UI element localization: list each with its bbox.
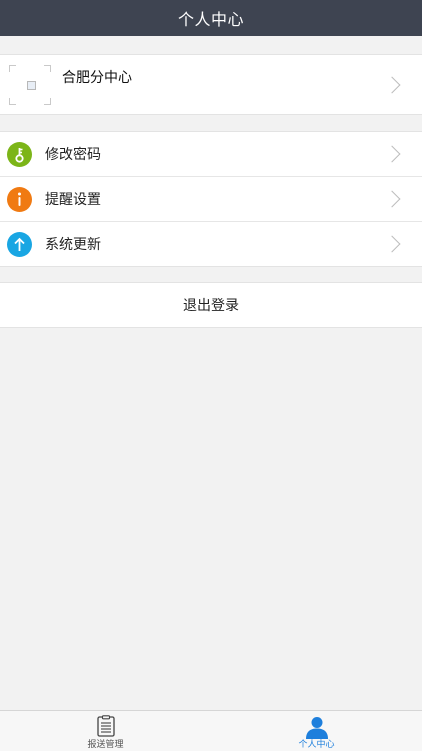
chevron-right-icon [383, 76, 401, 94]
settings-menu: 修改密码 提醒设置 系统更新 [0, 131, 422, 267]
menu-item-label: 提醒设置 [45, 192, 101, 208]
chevron-right-icon [383, 235, 401, 253]
info-icon [7, 186, 32, 212]
key-icon [7, 141, 32, 167]
profile-name: 合肥分中心 [62, 70, 132, 86]
tab-bar: 报送管理 个人中心 [0, 710, 422, 751]
menu-item-label: 系统更新 [45, 237, 101, 253]
chevron-right-icon [383, 190, 401, 208]
menu-item-change-password[interactable]: 修改密码 [0, 132, 422, 176]
logout-button[interactable]: 退出登录 [0, 282, 422, 328]
header-bar: 个人中心 [0, 0, 422, 36]
tab-report-management[interactable]: 报送管理 [0, 711, 211, 751]
tab-personal-center[interactable]: 个人中心 [211, 711, 422, 751]
tab-label: 个人中心 [298, 740, 335, 750]
page-title: 个人中心 [177, 10, 244, 29]
tab-label: 报送管理 [87, 740, 124, 750]
logout-label: 退出登录 [183, 298, 239, 314]
profile-card[interactable]: 合肥分中心 [0, 54, 422, 115]
avatar [9, 65, 51, 105]
broken-image-icon [27, 81, 36, 90]
menu-item-reminder-settings[interactable]: 提醒设置 [0, 176, 422, 221]
chevron-right-icon [383, 145, 401, 163]
menu-item-system-update[interactable]: 系统更新 [0, 221, 422, 266]
arrow-up-icon [7, 231, 32, 257]
menu-item-label: 修改密码 [45, 147, 101, 163]
